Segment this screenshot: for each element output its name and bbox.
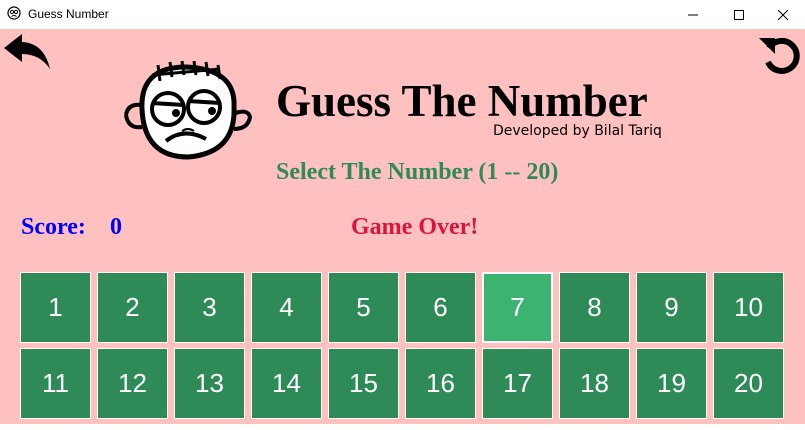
maximize-button[interactable] <box>716 0 761 29</box>
number-button-5[interactable]: 5 <box>328 272 399 343</box>
window-bottom-edge <box>0 424 805 430</box>
number-button-9[interactable]: 9 <box>636 272 707 343</box>
number-button-3[interactable]: 3 <box>174 272 245 343</box>
number-button-2[interactable]: 2 <box>97 272 168 343</box>
select-prompt: Select The Number (1 -- 20) <box>276 159 559 185</box>
number-button-1[interactable]: 1 <box>20 272 91 343</box>
number-button-15[interactable]: 15 <box>328 348 399 419</box>
close-icon <box>777 9 788 20</box>
game-area: Guess The Number Developed by Bilal Tari… <box>0 29 805 424</box>
number-button-19[interactable]: 19 <box>636 348 707 419</box>
number-button-18[interactable]: 18 <box>559 348 630 419</box>
number-button-16[interactable]: 16 <box>405 348 476 419</box>
score-label: Score: <box>21 214 86 240</box>
maximize-icon <box>733 9 744 20</box>
number-button-11[interactable]: 11 <box>20 348 91 419</box>
number-button-10[interactable]: 10 <box>713 272 784 343</box>
app-face-icon <box>7 6 21 20</box>
number-button-17[interactable]: 17 <box>482 348 553 419</box>
window-titlebar: Guess Number <box>0 0 805 29</box>
minimize-icon <box>687 14 698 15</box>
game-title: Guess The Number <box>276 76 648 126</box>
number-button-14[interactable]: 14 <box>251 348 322 419</box>
number-button-20[interactable]: 20 <box>713 348 784 419</box>
close-button[interactable] <box>760 0 805 29</box>
number-button-8[interactable]: 8 <box>559 272 630 343</box>
number-button-7[interactable]: 7 <box>482 272 553 343</box>
game-status: Game Over! <box>351 214 479 240</box>
restart-icon <box>759 37 800 74</box>
grumpy-face-logo <box>124 60 252 160</box>
developer-credit: Developed by Bilal Tariq <box>493 123 662 139</box>
number-grid: 1 2 3 4 5 6 7 8 9 10 11 12 13 14 15 16 1… <box>20 272 786 419</box>
restart-button[interactable] <box>757 32 803 76</box>
number-button-13[interactable]: 13 <box>174 348 245 419</box>
back-arrow-icon <box>4 34 50 69</box>
window-title: Guess Number <box>28 7 109 21</box>
minimize-button[interactable] <box>670 0 715 29</box>
number-button-12[interactable]: 12 <box>97 348 168 419</box>
score-value: 0 <box>110 214 122 240</box>
number-button-4[interactable]: 4 <box>251 272 322 343</box>
back-button[interactable] <box>2 32 52 72</box>
number-button-6[interactable]: 6 <box>405 272 476 343</box>
